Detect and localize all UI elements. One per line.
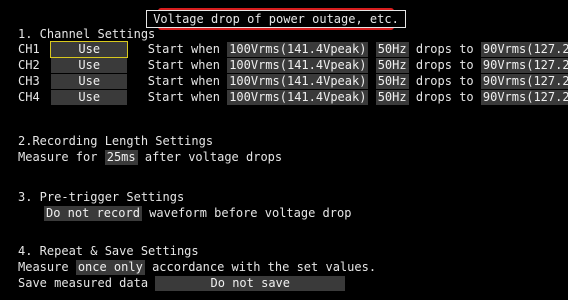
start-value-field[interactable]: 100Vrms(141.4Vpeak) — [227, 42, 369, 57]
start-when-label: Start when — [147, 90, 220, 104]
start-value-field[interactable]: 100Vrms(141.4Vpeak) — [227, 90, 369, 105]
channel-row: CH3 Use Start when 100Vrms(141.4Vpeak) 5… — [18, 74, 568, 89]
channel-label: CH3 — [18, 74, 40, 88]
recording-length-heading: 2.Recording Length Settings — [18, 134, 214, 148]
repeat-save-heading: 4. Repeat & Save Settings — [18, 244, 199, 258]
channel-label: CH4 — [18, 90, 40, 104]
drop-value-field[interactable]: 90Vrms(127.2Vp) — [480, 42, 568, 57]
channel-label: CH2 — [18, 58, 40, 72]
start-when-label: Start when — [147, 74, 220, 88]
channel-label: CH1 — [18, 42, 40, 56]
channel-row: CH2 Use Start when 100Vrms(141.4Vpeak) 5… — [18, 58, 568, 73]
recording-length-row: Measure for 25ms after voltage drops — [18, 150, 282, 165]
recording-length-select[interactable]: 25ms — [104, 150, 138, 165]
save-row: Save measured data Do not save — [18, 276, 346, 291]
pretrigger-suffix-label: waveform before voltage drop — [149, 206, 352, 220]
frequency-select[interactable]: 50Hz — [375, 74, 409, 89]
drop-value-field[interactable]: 90Vrms(127.2Vp) — [480, 58, 568, 73]
measure-for-label: Measure for — [18, 150, 98, 164]
repeat-mode-select[interactable]: once only — [75, 260, 145, 275]
channel-mode-select[interactable]: Use — [50, 41, 129, 58]
frequency-select[interactable]: 50Hz — [375, 42, 409, 57]
frequency-select[interactable]: 50Hz — [375, 58, 409, 73]
drops-to-label: drops to — [415, 58, 474, 72]
page-title: Voltage drop of power outage, etc. — [146, 10, 406, 28]
after-drops-label: after voltage drops — [144, 150, 283, 164]
measure-label: Measure — [18, 260, 69, 274]
drop-value-field[interactable]: 90Vrms(127.2Vp) — [480, 90, 568, 105]
pretrigger-row: Do not record waveform before voltage dr… — [44, 206, 351, 221]
save-mode-select[interactable]: Do not save — [155, 276, 346, 291]
channel-row: CH4 Use Start when 100Vrms(141.4Vpeak) 5… — [18, 90, 568, 105]
channel-mode-select[interactable]: Use — [51, 74, 128, 89]
drops-to-label: drops to — [415, 42, 474, 56]
start-value-field[interactable]: 100Vrms(141.4Vpeak) — [227, 74, 369, 89]
channel-row: CH1 Use Start when 100Vrms(141.4Vpeak) 5… — [18, 41, 568, 58]
pretrigger-select[interactable]: Do not record — [44, 206, 142, 221]
drop-value-field[interactable]: 90Vrms(127.2Vp) — [480, 74, 568, 89]
settings-screen: Voltage drop of power outage, etc. 1. Ch… — [0, 0, 568, 300]
channel-mode-select[interactable]: Use — [51, 58, 128, 73]
start-when-label: Start when — [147, 42, 220, 56]
pretrigger-heading: 3. Pre-trigger Settings — [18, 190, 185, 204]
measure-suffix-label: accordance with the set values. — [152, 260, 377, 274]
frequency-select[interactable]: 50Hz — [375, 90, 409, 105]
drops-to-label: drops to — [415, 90, 474, 104]
start-value-field[interactable]: 100Vrms(141.4Vpeak) — [227, 58, 369, 73]
measure-row: Measure once only accordance with the se… — [18, 260, 376, 275]
title-box: Voltage drop of power outage, etc. — [146, 8, 406, 30]
start-when-label: Start when — [147, 58, 220, 72]
channel-settings-heading: 1. Channel Settings — [18, 27, 156, 41]
drops-to-label: drops to — [415, 74, 474, 88]
save-label: Save measured data — [18, 276, 149, 290]
channel-mode-select[interactable]: Use — [51, 90, 128, 105]
